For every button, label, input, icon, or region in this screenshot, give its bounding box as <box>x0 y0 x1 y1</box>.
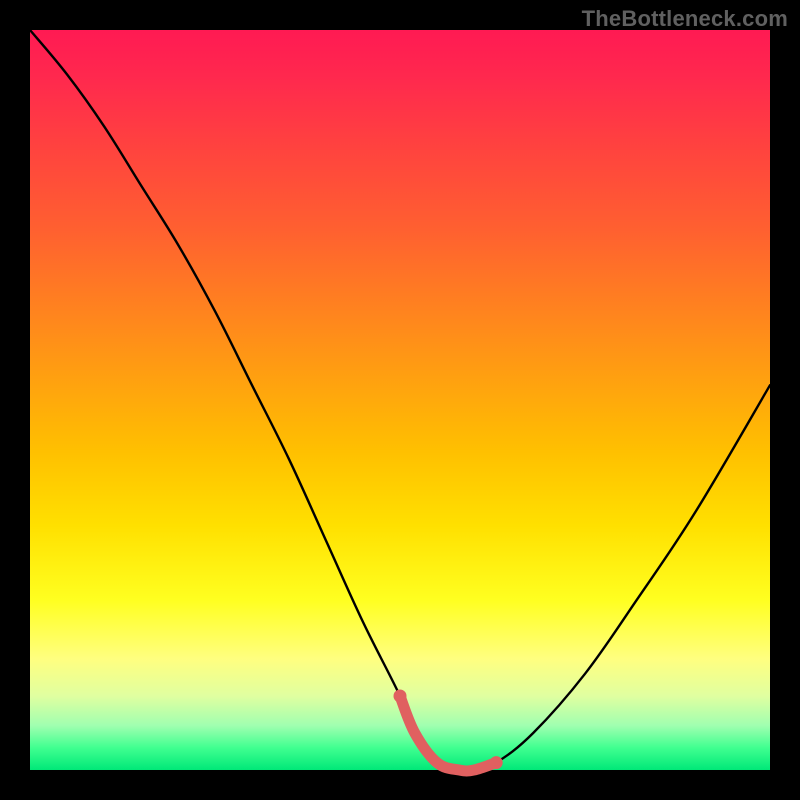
bottleneck-chart: TheBottleneck.com <box>0 0 800 800</box>
optimal-region-marker <box>400 696 496 771</box>
bottleneck-curve <box>30 30 770 771</box>
optimal-region-end-dot <box>490 756 503 769</box>
curve-layer <box>30 30 770 770</box>
watermark: TheBottleneck.com <box>582 6 788 32</box>
plot-area <box>30 30 770 770</box>
optimal-region-start-dot <box>394 690 407 703</box>
